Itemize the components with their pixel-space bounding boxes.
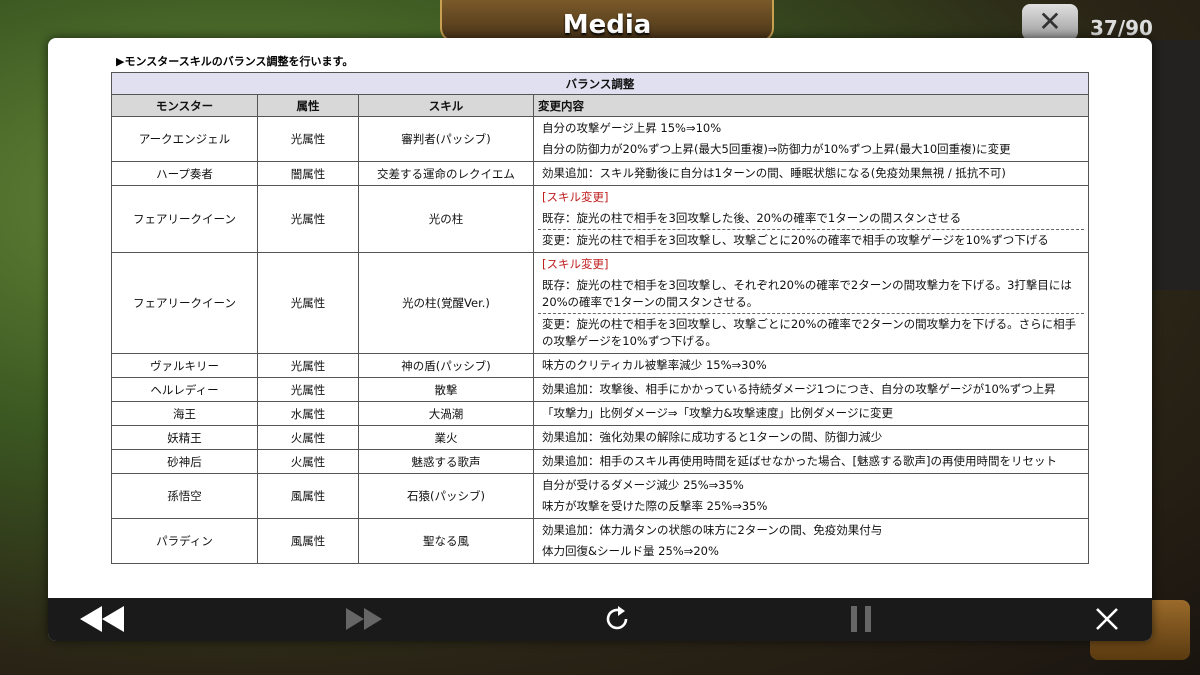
notice-text: ▶モンスタースキルのバランス調整を行います。: [116, 55, 354, 68]
change-line: 効果追加：相手のスキル再使用時間を延ばせなかった場合、[魅惑する歌声]の再使用時…: [542, 454, 1057, 468]
monster-cell: 砂神后: [111, 449, 258, 474]
attribute-cell: 火属性: [257, 449, 359, 474]
side-panel: [1150, 40, 1200, 290]
table-title: バランス調整: [111, 72, 1089, 95]
fast-forward-icon[interactable]: [346, 604, 382, 634]
table-row: ハープ奏者 闇属性 交差する運命のレクイエム 効果追加：スキル発動後に自分は1ターンの…: [111, 161, 1089, 186]
monster-cell: 妖精王: [111, 425, 258, 450]
change-cell: 効果追加：相手のスキル再使用時間を延ばせなかった場合、[魅惑する歌声]の再使用時…: [533, 449, 1089, 474]
skill-cell: 大渦潮: [358, 401, 534, 426]
skill-cell: 聖なる風: [358, 518, 534, 564]
attribute-cell: 闇属性: [257, 161, 359, 186]
change-line: [スキル変更]: [542, 257, 609, 271]
media-viewer: ▶モンスタースキルのバランス調整を行います。 バランス調整 モンスター 属性 ス…: [48, 38, 1152, 641]
notice-content: ▶モンスタースキルのバランス調整を行います。 バランス調整 モンスター 属性 ス…: [48, 38, 1152, 598]
monster-cell: パラディン: [111, 518, 258, 564]
change-cell: 効果追加：体力満タンの状態の味方に2ターンの間、免疫効果付与 体力回復&シールド量…: [533, 518, 1089, 564]
attribute-cell: 光属性: [257, 353, 359, 378]
change-line: 効果追加：体力満タンの状態の味方に2ターンの間、免疫効果付与: [542, 523, 883, 537]
table-row: 海王 水属性 大渦潮 「攻撃力」比例ダメージ⇒「攻撃力&攻撃速度」比例ダメージに変更: [111, 401, 1089, 426]
attribute-cell: 風属性: [257, 518, 359, 564]
skill-cell: 石猿(パッシブ): [358, 473, 534, 519]
attribute-cell: 火属性: [257, 425, 359, 450]
change-line: 味方のクリティカル被撃率減少 15%⇒30%: [542, 358, 767, 372]
page-counter: 37/90: [1090, 16, 1153, 40]
table-row: ヴァルキリー 光属性 神の盾(パッシブ) 味方のクリティカル被撃率減少 15%⇒30%: [111, 353, 1089, 378]
change-line: 自分の防御力が20%ずつ上昇(最大5回重複)⇒防御力が10%ずつ上昇(最大10回…: [542, 142, 1011, 156]
change-line: 効果追加：攻撃後、相手にかかっている持続ダメージ1つにつき、自分の攻撃ゲージが1…: [542, 382, 1056, 396]
table-row: 砂神后 火属性 魅惑する歌声 効果追加：相手のスキル再使用時間を延ばせなかった場合、[…: [111, 449, 1089, 474]
change-line: 既存：旋光の柱で相手を3回攻撃し、それぞれ20%の確率で2ターンの間攻撃力を下げ…: [542, 278, 1072, 309]
monster-cell: フェアリークイーン: [111, 252, 258, 354]
change-line: 効果追加：強化効果の解除に成功すると1ターンの間、防御力減少: [542, 430, 883, 444]
header-change: 変更内容: [533, 94, 1089, 117]
change-cell: [スキル変更] 既存：旋光の柱で相手を3回攻撃した後、20%の確率で1ターンの間ス…: [533, 185, 1089, 253]
close-icon[interactable]: [1094, 604, 1120, 634]
change-cell: 効果追加：攻撃後、相手にかかっている持続ダメージ1つにつき、自分の攻撃ゲージが1…: [533, 377, 1089, 402]
change-cell: 効果追加：スキル発動後に自分は1ターンの間、睡眠状態になる(免疫効果無視 / 抵…: [533, 161, 1089, 186]
change-line: 既存：旋光の柱で相手を3回攻撃した後、20%の確率で1ターンの間スタンさせる: [542, 211, 962, 225]
table-row: アークエンジェル 光属性 審判者(パッシブ) 自分の攻撃ゲージ上昇 15%⇒10% 自分…: [111, 116, 1089, 162]
reload-icon[interactable]: [602, 604, 632, 634]
table-row: ヘルレディー 光属性 散撃 効果追加：攻撃後、相手にかかっている持続ダメージ1つにつき…: [111, 377, 1089, 402]
header-attribute: 属性: [257, 94, 359, 117]
table-row: パラディン 風属性 聖なる風 効果追加：体力満タンの状態の味方に2ターンの間、免疫効果…: [111, 518, 1089, 564]
change-line: 効果追加：スキル発動後に自分は1ターンの間、睡眠状態になる(免疫効果無視 / 抵…: [542, 166, 1006, 180]
change-line: [スキル変更]: [542, 190, 609, 204]
skill-cell: 神の盾(パッシブ): [358, 353, 534, 378]
background-close-button[interactable]: ✕: [1022, 4, 1078, 40]
attribute-cell: 水属性: [257, 401, 359, 426]
monster-cell: 孫悟空: [111, 473, 258, 519]
skill-cell: 散撃: [358, 377, 534, 402]
change-cell: 効果追加：強化効果の解除に成功すると1ターンの間、防御力減少: [533, 425, 1089, 450]
balance-table: バランス調整 モンスター 属性 スキル 変更内容 アークエンジェル 光属性 審判者(…: [111, 72, 1089, 564]
monster-cell: ハープ奏者: [111, 161, 258, 186]
monster-cell: ヴァルキリー: [111, 353, 258, 378]
attribute-cell: 風属性: [257, 473, 359, 519]
media-control-bar: [48, 598, 1152, 641]
change-cell: 自分の攻撃ゲージ上昇 15%⇒10% 自分の防御力が20%ずつ上昇(最大5回重複)…: [533, 116, 1089, 162]
table-row: 孫悟空 風属性 石猿(パッシブ) 自分が受けるダメージ減少 25%⇒35% 味方が攻撃を…: [111, 473, 1089, 519]
table-row: フェアリークイーン 光属性 光の柱 [スキル変更] 既存：旋光の柱で相手を3回攻撃した後…: [111, 185, 1089, 253]
attribute-cell: 光属性: [257, 252, 359, 354]
change-line: 味方が攻撃を受けた際の反撃率 25%⇒35%: [542, 499, 768, 513]
change-line: 自分の攻撃ゲージ上昇 15%⇒10%: [542, 121, 722, 135]
change-cell: [スキル変更] 既存：旋光の柱で相手を3回攻撃し、それぞれ20%の確率で2ターンの…: [533, 252, 1089, 354]
change-line: 自分が受けるダメージ減少 25%⇒35%: [542, 478, 744, 492]
attribute-cell: 光属性: [257, 116, 359, 162]
media-title: Media: [562, 10, 652, 40]
header-monster: モンスター: [111, 94, 258, 117]
change-line: 変更：旋光の柱で相手を3回攻撃し、攻撃ごとに20%の確率で2ターンの間攻撃力を下…: [538, 313, 1084, 352]
skill-cell: 業火: [358, 425, 534, 450]
media-header: Media: [440, 0, 774, 42]
change-cell: 「攻撃力」比例ダメージ⇒「攻撃力&攻撃速度」比例ダメージに変更: [533, 401, 1089, 426]
table-row: 妖精王 火属性 業火 効果追加：強化効果の解除に成功すると1ターンの間、防御力減少: [111, 425, 1089, 450]
skill-cell: 光の柱: [358, 185, 534, 253]
skill-cell: 魅惑する歌声: [358, 449, 534, 474]
monster-cell: フェアリークイーン: [111, 185, 258, 253]
monster-cell: ヘルレディー: [111, 377, 258, 402]
change-line: 体力回復&シールド量 25%⇒20%: [542, 544, 719, 558]
rewind-icon[interactable]: [80, 604, 124, 634]
change-cell: 自分が受けるダメージ減少 25%⇒35% 味方が攻撃を受けた際の反撃率 25%⇒3…: [533, 473, 1089, 519]
attribute-cell: 光属性: [257, 185, 359, 253]
pause-icon[interactable]: [848, 604, 874, 634]
monster-cell: アークエンジェル: [111, 116, 258, 162]
table-body: アークエンジェル 光属性 審判者(パッシブ) 自分の攻撃ゲージ上昇 15%⇒10% 自分…: [111, 116, 1089, 564]
change-line: 変更：旋光の柱で相手を3回攻撃し、攻撃ごとに20%の確率で相手の攻撃ゲージを10…: [538, 229, 1084, 251]
attribute-cell: 光属性: [257, 377, 359, 402]
monster-cell: 海王: [111, 401, 258, 426]
skill-cell: 光の柱(覚醒Ver.): [358, 252, 534, 354]
skill-cell: 審判者(パッシブ): [358, 116, 534, 162]
skill-cell: 交差する運命のレクイエム: [358, 161, 534, 186]
header-skill: スキル: [358, 94, 534, 117]
change-line: 「攻撃力」比例ダメージ⇒「攻撃力&攻撃速度」比例ダメージに変更: [542, 406, 893, 420]
change-cell: 味方のクリティカル被撃率減少 15%⇒30%: [533, 353, 1089, 378]
table-row: フェアリークイーン 光属性 光の柱(覚醒Ver.) [スキル変更] 既存：旋光の柱で相手…: [111, 252, 1089, 354]
